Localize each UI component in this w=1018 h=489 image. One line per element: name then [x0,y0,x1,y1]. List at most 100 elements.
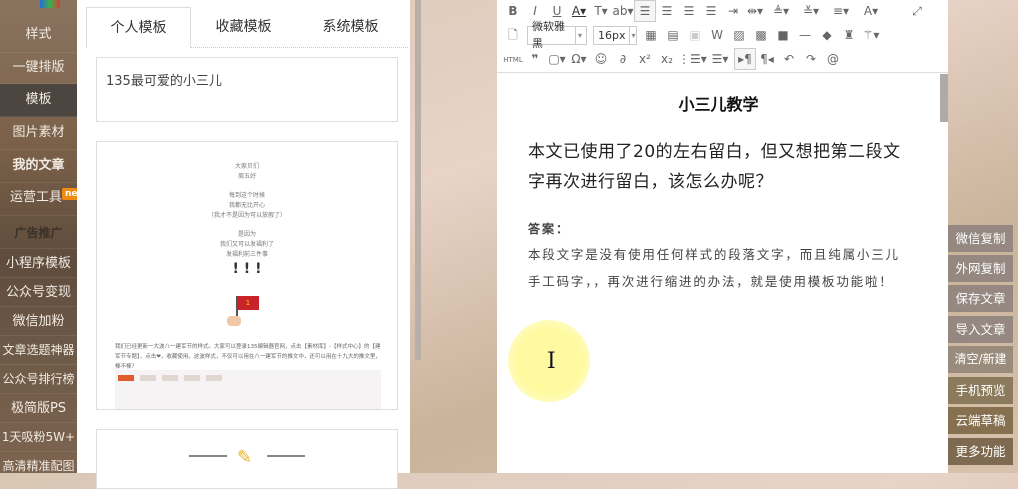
template-card[interactable]: 135最可爱的小三儿 [96,57,398,122]
preview-marks: ! ! ! [232,261,262,277]
image-icon[interactable]: ▨ [728,25,750,45]
special-chars-icon[interactable]: Ω▾ [568,49,590,69]
font-family-value: 微软雅黑 [532,20,565,50]
clear-new-button[interactable]: 清空/新建 [948,346,1013,373]
font-size-select[interactable]: 16px ▾ [593,25,637,45]
blockquote-icon[interactable]: ❞ [524,49,546,69]
html-source-icon[interactable]: HTML [502,48,524,70]
save-article-button[interactable]: 保存文章 [948,285,1013,312]
article-title: 小三儿教学 [678,95,759,114]
ltr-icon[interactable]: ▸¶ [734,48,756,70]
wechat-copy-button[interactable]: 微信复制 [948,225,1013,252]
article-body: 本段文字是没有使用任何样式的段落文字，而且纯属小三儿手工码字，，再次进行缩进的办… [528,247,900,289]
background-color-icon[interactable]: ab▾ [612,1,634,21]
logo [40,0,60,8]
sidebar-item-mini-program[interactable]: 小程序模板 [0,249,77,278]
font-style-icon[interactable]: T▾ [590,1,612,21]
align-justify-icon[interactable]: ☰ [700,1,722,21]
new-badge: new [62,188,77,200]
preview-line: （我才不是因为可以放假了） [207,212,286,219]
undo-icon[interactable]: ↶ [778,49,800,69]
more-functions-button[interactable]: 更多功能 [948,438,1013,465]
preview-line: 发福利前三件事 [225,251,268,258]
sidebar-item-wechat-fans[interactable]: 微信加粉 [0,307,77,336]
sidebar-item-ps[interactable]: 极简版PS [0,394,77,423]
template-card[interactable]: ✎ [96,429,398,489]
pencil-icon: ✎ [237,447,253,468]
answer-label: 答案： [528,222,571,236]
article-lead: 本文已使用了20的左右留白，但又想把第二段文字再次进行留白，该怎么办呢？ [528,142,901,192]
sidebar-item-monetize[interactable]: 公众号变现 [0,278,77,307]
search-icon[interactable]: @ [822,49,844,69]
cloud-drafts-button[interactable]: 云端草稿 [948,407,1013,434]
external-copy-button[interactable]: 外网复制 [948,255,1013,282]
ordered-list-icon[interactable]: ⋮☰▾ [678,49,707,69]
word-import-icon[interactable]: W [706,25,728,45]
align-left-icon[interactable]: ☰ [634,0,656,22]
preview-table [115,370,381,409]
font-size-value: 16px [598,28,626,42]
sidebar-item-ranking[interactable]: 公众号排行榜 [0,365,77,394]
html-label: HTML [503,56,523,64]
import-article-button[interactable]: 导入文章 [948,316,1013,343]
panel-scrollbar[interactable] [415,0,421,360]
flag-number: 1 [245,299,251,307]
rtl-icon[interactable]: ¶◂ [756,49,778,69]
preview-line: 是因为 [237,231,256,238]
magic-wand-icon[interactable]: ⚚▾ [860,25,882,45]
sidebar: 样式 一键排版 模板 图片素材 我的文章 运营工具 new 广告推广 小程序模板… [0,0,77,473]
align-center-icon[interactable]: ☰ [656,1,678,21]
bold-icon[interactable]: B [502,1,524,21]
preview-paragraph: 我们已经更新一大波八一建军节的样式。大家可以登录135编辑器官网，点击【素材库】… [115,344,381,370]
sidebar-item-my-articles[interactable]: 我的文章 [0,150,77,183]
eraser-icon[interactable]: ◆ [816,25,838,45]
divider [189,455,227,457]
line-height-icon[interactable]: ≡▾ [826,1,856,21]
editor-scrollbar[interactable] [940,74,948,122]
format-brush-icon[interactable]: ♜ [838,25,860,45]
tab-personal-templates[interactable]: 个人模板 [86,7,191,48]
video-icon[interactable]: ■ [772,25,794,45]
preview-line: 周五好 [237,173,256,180]
indent-both-icon[interactable]: ⇹▾ [744,1,766,21]
spacing-before-icon[interactable]: ≜▾ [766,1,796,21]
sidebar-item-topic-tool[interactable]: 文章选题神器 [0,336,77,365]
chart-icon[interactable]: ▤ [662,25,684,45]
spacing-after-icon[interactable]: ≚▾ [796,1,826,21]
sidebar-item-one-click-layout[interactable]: 一键排版 [0,53,77,84]
letter-spacing-icon[interactable]: A▾ [856,1,886,21]
sidebar-item-fans[interactable]: 1天吸粉5W+ [0,423,77,452]
multi-image-icon[interactable]: ▩ [750,25,772,45]
font-family-select[interactable]: 微软雅黑 ▾ [527,20,587,50]
subscript-icon[interactable]: x₂ [656,49,678,69]
table-icon[interactable]: ▦ [640,25,662,45]
mobile-preview-button[interactable]: 手机预览 [948,377,1013,404]
sidebar-item-hd-images[interactable]: 高清精准配图 [0,452,77,473]
align-right-icon[interactable]: ☰ [678,1,700,21]
link-icon[interactable]: ∂ [612,49,634,69]
sidebar-item-template[interactable]: 模板 [0,84,77,117]
paste-icon[interactable]: ▣ [684,25,706,45]
editor-toolbar: B I U A▾ T▾ ab▾ ☰ ☰ ☰ ☰ ⇥ ⇹▾ ≜▾ ≚▾ ≡▾ A▾… [497,0,948,73]
emoji-icon[interactable]: ☺ [590,49,612,69]
redo-icon[interactable]: ↷ [800,49,822,69]
new-document-icon[interactable]: 🗋 [502,25,524,45]
preview-line: 我都无比开心 [228,202,265,209]
divider [267,455,305,457]
template-preview-card[interactable]: 大家贝们 周五好 每到这个时候 我都无比开心 （我才不是因为可以放假了） 是因为… [96,141,398,410]
sidebar-item-style[interactable]: 样式 [0,20,77,53]
text-cursor-icon: I [547,349,556,374]
indent-icon[interactable]: ⇥ [722,1,744,21]
sidebar-item-images[interactable]: 图片素材 [0,117,77,150]
template-tabs: 个人模板 收藏模板 系统模板 [86,7,408,48]
template-insert-icon[interactable]: ▢▾ [546,49,568,69]
tab-favorite-templates[interactable]: 收藏模板 [191,7,296,48]
preview-line: 我们又可以发福利了 [219,241,274,248]
superscript-icon[interactable]: x² [634,49,656,69]
horizontal-rule-icon[interactable]: — [794,25,816,45]
preview-line: 每到这个时候 [228,192,265,199]
fullscreen-icon[interactable]: ⤢ [906,1,928,21]
editor-content[interactable]: 小三儿教学 本文已使用了20的左右留白，但又想把第二段文字再次进行留白，该怎么办… [497,74,940,473]
unordered-list-icon[interactable]: ☰▾ [706,49,734,69]
tab-system-templates[interactable]: 系统模板 [298,7,403,48]
